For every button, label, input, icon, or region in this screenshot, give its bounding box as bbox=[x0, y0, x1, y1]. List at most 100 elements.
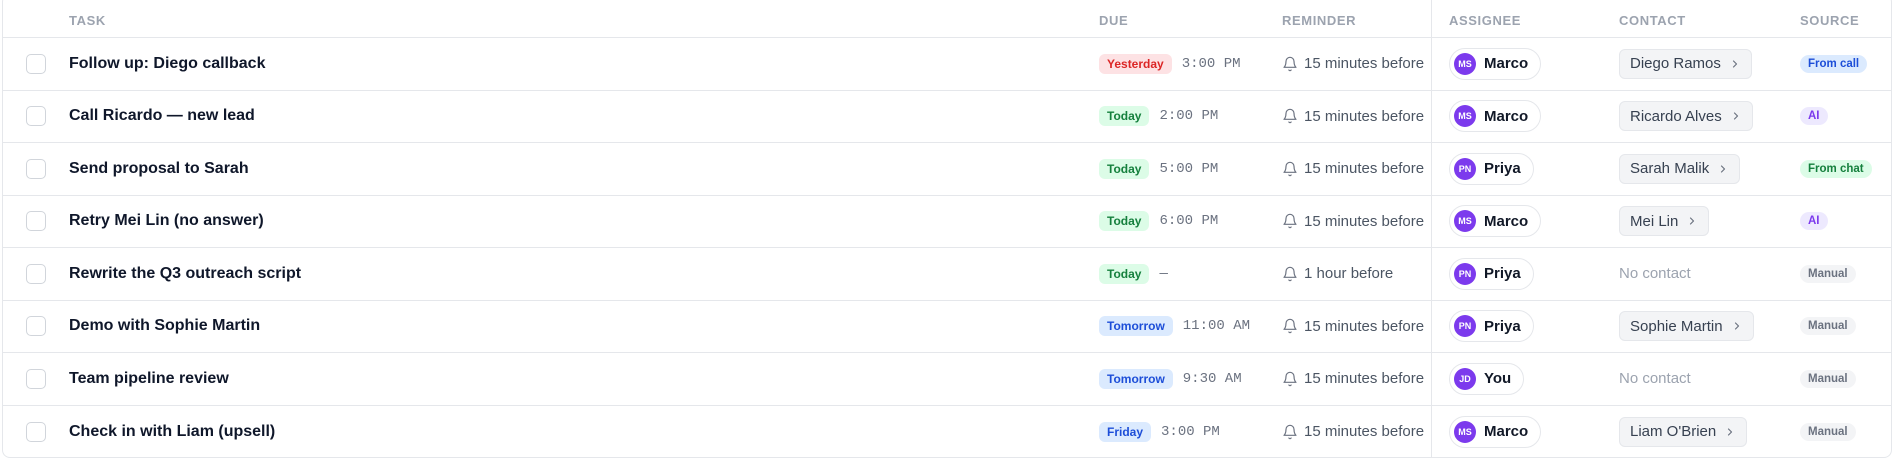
assignee-pill[interactable]: JD You bbox=[1449, 362, 1525, 395]
due-cell[interactable]: Today 5:00 PM bbox=[1099, 143, 1218, 195]
due-cell[interactable]: Yesterday 3:00 PM bbox=[1099, 38, 1241, 90]
due-time: 2:00 PM bbox=[1159, 108, 1219, 125]
header-source[interactable]: SOURCE bbox=[1800, 13, 1859, 28]
reminder-text: 15 minutes before bbox=[1304, 160, 1425, 178]
avatar: JD bbox=[1454, 367, 1476, 390]
table-row[interactable]: Check in with Liam (upsell) Friday 3:00 … bbox=[3, 406, 1891, 458]
header-due[interactable]: DUE bbox=[1099, 13, 1128, 28]
source-cell: Manual bbox=[1800, 406, 1856, 458]
reminder-cell[interactable]: 15 minutes before bbox=[1282, 38, 1424, 90]
checkbox-cell bbox=[26, 91, 46, 143]
assignee-pill[interactable]: PN Priya bbox=[1449, 152, 1534, 185]
assignee-pill[interactable]: MS Marco bbox=[1449, 100, 1542, 133]
bell-icon bbox=[1283, 56, 1297, 71]
source-cell: Manual bbox=[1800, 248, 1856, 300]
assignee-cell: MS Marco bbox=[1449, 38, 1542, 90]
source-cell: Manual bbox=[1800, 353, 1856, 405]
reminder-cell[interactable]: 15 minutes before bbox=[1282, 196, 1424, 248]
header-reminder[interactable]: REMINDER bbox=[1282, 13, 1356, 28]
contact-pill[interactable]: Ricardo Alves bbox=[1619, 101, 1753, 132]
table-row[interactable]: Team pipeline review Tomorrow 9:30 AM 15… bbox=[3, 353, 1891, 406]
task-title[interactable]: Retry Mei Lin (no answer) bbox=[69, 212, 264, 230]
source-cell: AI bbox=[1800, 196, 1828, 248]
assignee-pill[interactable]: PN Priya bbox=[1449, 310, 1534, 343]
due-cell[interactable]: Today 2:00 PM bbox=[1099, 91, 1218, 143]
reminder-text: 15 minutes before bbox=[1304, 370, 1425, 388]
header-assignee[interactable]: ASSIGNEE bbox=[1449, 13, 1521, 28]
due-cell[interactable]: Tomorrow 9:30 AM bbox=[1099, 353, 1242, 405]
task-title[interactable]: Send proposal to Sarah bbox=[69, 160, 249, 178]
due-cell[interactable]: Friday 3:00 PM bbox=[1099, 406, 1220, 458]
assignee-cell: MS Marco bbox=[1449, 406, 1542, 458]
source-badge: AI bbox=[1800, 107, 1828, 126]
task-title[interactable]: Check in with Liam (upsell) bbox=[69, 423, 275, 441]
contact-cell: Diego Ramos bbox=[1619, 38, 1752, 90]
table-header: TASK DUE REMINDER ASSIGNEE CONTACT SOURC… bbox=[3, 0, 1891, 38]
task-title[interactable]: Rewrite the Q3 outreach script bbox=[69, 265, 301, 283]
table-row[interactable]: Call Ricardo — new lead Today 2:00 PM 15… bbox=[3, 91, 1891, 143]
table-row[interactable]: Demo with Sophie Martin Tomorrow 11:00 A… bbox=[3, 301, 1891, 353]
due-time: — bbox=[1159, 265, 1168, 282]
assignee-pill[interactable]: MS Marco bbox=[1449, 205, 1542, 238]
task-checkbox[interactable] bbox=[26, 158, 46, 179]
reminder-text: 1 hour before bbox=[1304, 265, 1394, 283]
reminder-text: 15 minutes before bbox=[1304, 423, 1425, 441]
reminder-text: 15 minutes before bbox=[1304, 107, 1425, 125]
assignee-pill[interactable]: MS Marco bbox=[1449, 415, 1542, 448]
contact-pill[interactable]: Sophie Martin bbox=[1619, 311, 1754, 342]
table-row[interactable]: Follow up: Diego callback Yesterday 3:00… bbox=[3, 38, 1891, 91]
assignee-pill[interactable]: MS Marco bbox=[1449, 47, 1542, 80]
assignee-cell: MS Marco bbox=[1449, 196, 1542, 248]
reminder-cell[interactable]: 1 hour before bbox=[1282, 248, 1393, 300]
task-checkbox[interactable] bbox=[26, 106, 46, 127]
contact-pill[interactable]: Sarah Malik bbox=[1619, 153, 1741, 184]
reminder-cell[interactable]: 15 minutes before bbox=[1282, 91, 1424, 143]
avatar: PN bbox=[1454, 262, 1476, 285]
task-checkbox[interactable] bbox=[26, 211, 46, 232]
task-title[interactable]: Call Ricardo — new lead bbox=[69, 107, 255, 125]
table-row[interactable]: Rewrite the Q3 outreach script Today — 1… bbox=[3, 248, 1891, 301]
reminder-cell[interactable]: 15 minutes before bbox=[1282, 301, 1424, 353]
assignee-pill[interactable]: PN Priya bbox=[1449, 257, 1534, 290]
checkbox-cell bbox=[26, 248, 46, 300]
chevron-right-icon bbox=[1690, 217, 1695, 225]
task-cell: Rewrite the Q3 outreach script bbox=[69, 248, 301, 300]
source-badge: From chat bbox=[1800, 159, 1872, 178]
due-cell[interactable]: Today — bbox=[1099, 248, 1168, 300]
task-cell: Team pipeline review bbox=[69, 353, 229, 405]
contact-pill[interactable]: Mei Lin bbox=[1619, 206, 1710, 237]
assignee-name: Priya bbox=[1484, 317, 1521, 335]
table-row[interactable]: Retry Mei Lin (no answer) Today 6:00 PM … bbox=[3, 196, 1891, 248]
checkbox-cell bbox=[26, 38, 46, 90]
due-badge: Today bbox=[1099, 211, 1150, 232]
due-time: 9:30 AM bbox=[1182, 370, 1242, 387]
no-contact-text: No contact bbox=[1619, 370, 1691, 388]
reminder-cell[interactable]: 15 minutes before bbox=[1282, 406, 1425, 458]
task-checkbox[interactable] bbox=[26, 421, 46, 442]
due-badge: Tomorrow bbox=[1099, 316, 1173, 337]
task-checkbox[interactable] bbox=[26, 316, 46, 337]
assignee-name: Priya bbox=[1484, 160, 1521, 178]
due-cell[interactable]: Tomorrow 11:00 AM bbox=[1099, 301, 1250, 353]
contact-pill[interactable]: Liam O'Brien bbox=[1619, 416, 1748, 447]
due-badge: Today bbox=[1099, 158, 1150, 179]
task-checkbox[interactable] bbox=[26, 368, 46, 389]
task-title[interactable]: Follow up: Diego callback bbox=[69, 55, 265, 73]
bell-icon bbox=[1283, 161, 1297, 176]
task-title[interactable]: Demo with Sophie Martin bbox=[69, 317, 260, 335]
task-checkbox[interactable] bbox=[26, 263, 46, 284]
due-cell[interactable]: Today 6:00 PM bbox=[1099, 196, 1218, 248]
table-row[interactable]: Send proposal to Sarah Today 5:00 PM 15 … bbox=[3, 143, 1891, 196]
bell-icon bbox=[1283, 424, 1297, 439]
reminder-cell[interactable]: 15 minutes before bbox=[1282, 353, 1424, 405]
contact-pill[interactable]: Diego Ramos bbox=[1619, 48, 1752, 79]
header-contact[interactable]: CONTACT bbox=[1619, 13, 1686, 28]
reminder-cell[interactable]: 15 minutes before bbox=[1282, 143, 1424, 195]
task-checkbox[interactable] bbox=[26, 53, 46, 74]
header-task[interactable]: TASK bbox=[69, 13, 106, 28]
avatar: MS bbox=[1454, 52, 1476, 75]
contact-cell: Ricardo Alves bbox=[1619, 91, 1753, 143]
task-cell: Call Ricardo — new lead bbox=[69, 91, 255, 143]
task-title[interactable]: Team pipeline review bbox=[69, 370, 229, 388]
due-time: 6:00 PM bbox=[1159, 213, 1219, 230]
